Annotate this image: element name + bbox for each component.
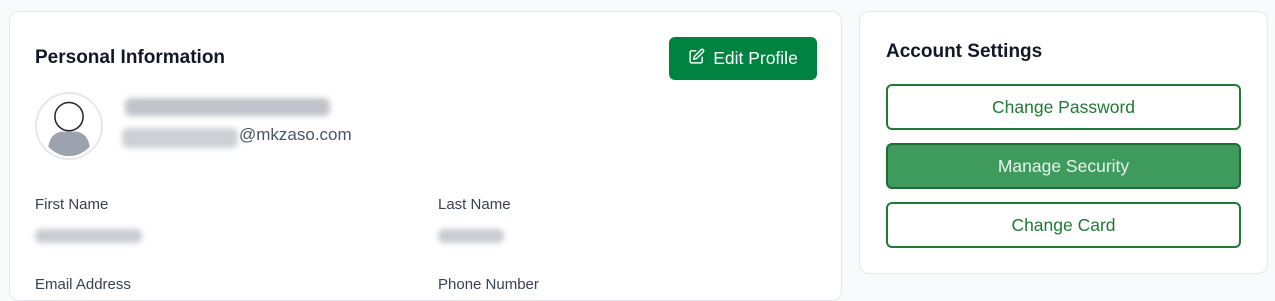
email-address-label: Email Address bbox=[35, 276, 131, 293]
user-email-local bbox=[122, 128, 238, 148]
edit-profile-button[interactable]: Edit Profile bbox=[669, 37, 817, 80]
phone-number-label: Phone Number bbox=[438, 276, 539, 293]
edit-profile-label: Edit Profile bbox=[713, 48, 798, 68]
last-name-value bbox=[438, 229, 504, 243]
first-name-label: First Name bbox=[35, 196, 109, 213]
personal-information-title: Personal Information bbox=[35, 47, 226, 68]
account-settings-card: Account Settings Change Password Manage … bbox=[859, 11, 1268, 274]
manage-security-button[interactable]: Manage Security bbox=[886, 143, 1241, 189]
personal-information-card: Personal Information Edit Profile @mkzas… bbox=[9, 11, 842, 301]
account-settings-title: Account Settings bbox=[886, 41, 1043, 62]
first-name-value bbox=[35, 229, 142, 243]
user-avatar-icon bbox=[35, 92, 103, 160]
edit-icon bbox=[688, 48, 705, 70]
last-name-label: Last Name bbox=[438, 196, 511, 213]
user-email-domain: @mkzaso.com bbox=[239, 125, 352, 144]
change-password-button[interactable]: Change Password bbox=[886, 84, 1241, 130]
user-name bbox=[125, 98, 330, 116]
change-card-button[interactable]: Change Card bbox=[886, 202, 1241, 248]
